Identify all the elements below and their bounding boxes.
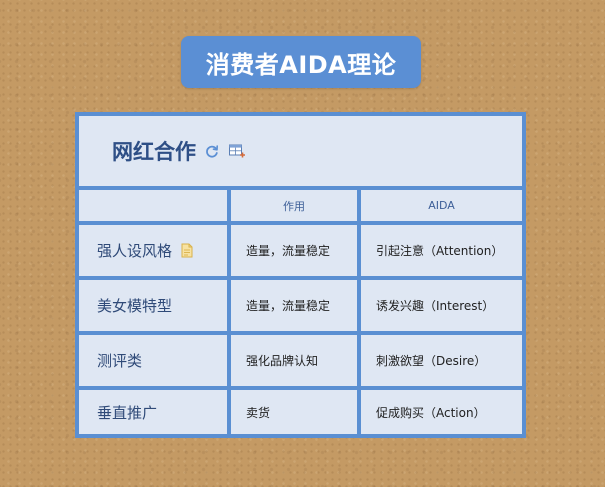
table-header[interactable]: 网红合作	[79, 116, 522, 186]
row-label[interactable]: 垂直推广	[79, 390, 227, 434]
effect-cell[interactable]: 造量，流量稳定	[231, 280, 357, 331]
aida-cell[interactable]: 诱发兴趣（Interest）	[361, 280, 522, 331]
row-label[interactable]: 美女模特型	[79, 280, 227, 331]
column-header-empty	[79, 190, 227, 221]
note-icon[interactable]	[181, 243, 193, 258]
row-label-text: 强人设风格	[97, 242, 173, 260]
effect-cell[interactable]: 造量，流量稳定	[231, 225, 357, 276]
column-header-effect: 作用	[231, 190, 357, 221]
aida-cell[interactable]: 引起注意（Attention）	[361, 225, 522, 276]
table-header-title: 网红合作	[112, 140, 196, 164]
refresh-icon[interactable]	[204, 143, 220, 159]
mind-map-table: 网红合作 作用 AIDA 强人设风格 造量，流量稳定 引起注意（Attentio…	[75, 112, 526, 438]
effect-cell[interactable]: 强化品牌认知	[231, 335, 357, 386]
row-label[interactable]: 测评类	[79, 335, 227, 386]
aida-cell[interactable]: 刺激欲望（Desire）	[361, 335, 522, 386]
insert-table-icon[interactable]	[228, 143, 246, 159]
aida-cell[interactable]: 促成购买（Action）	[361, 390, 522, 434]
page-title: 消费者AIDA理论	[181, 36, 421, 88]
row-label[interactable]: 强人设风格	[79, 225, 227, 276]
effect-cell[interactable]: 卖货	[231, 390, 357, 434]
column-header-aida: AIDA	[361, 190, 522, 221]
